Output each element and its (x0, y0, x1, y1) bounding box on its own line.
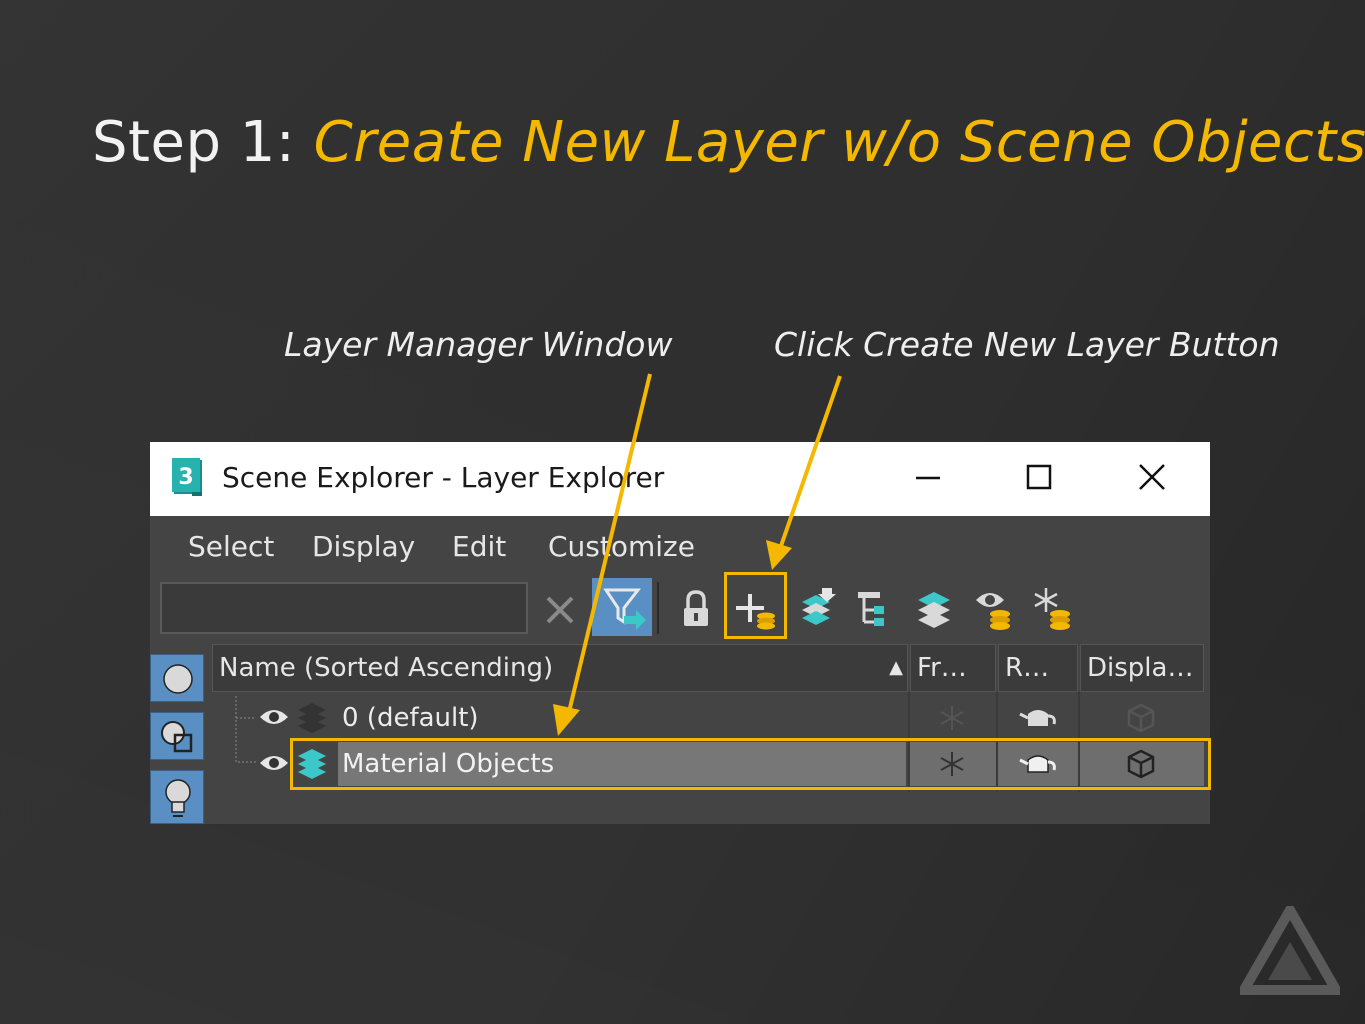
menu-customize[interactable]: Customize (548, 528, 695, 566)
hide-layers-icon[interactable] (968, 582, 1020, 636)
menu-edit[interactable]: Edit (452, 528, 506, 566)
new-layer-row-highlight (290, 738, 1211, 790)
callout-layer-manager-window: Layer Manager Window (284, 325, 673, 364)
sort-ascending-icon: ▲ (889, 657, 903, 678)
menu-display[interactable]: Display (312, 528, 415, 566)
slide-title-prefix: Step 1: (92, 110, 314, 175)
side-tab-display-all[interactable] (150, 654, 204, 702)
layers-icon[interactable] (908, 582, 960, 636)
side-tab-lights[interactable] (150, 770, 204, 824)
maximize-button[interactable] (1015, 456, 1063, 500)
lightbulb-icon (165, 779, 191, 817)
layer-stack-icon (298, 703, 326, 733)
circle-icon (163, 664, 193, 694)
column-header-render[interactable]: R… (998, 644, 1078, 692)
search-input[interactable] (160, 582, 528, 634)
toolbar (150, 578, 1210, 644)
side-tabs (150, 650, 206, 824)
callout-create-new-layer: Click Create New Layer Button (774, 325, 1280, 364)
layer-hierarchy-icon[interactable] (850, 582, 902, 636)
slide-title-accent: Create New Layer w/o Scene Objects (313, 110, 1365, 175)
toolbar-separator (657, 582, 659, 634)
slide-title: Step 1: Create New Layer w/o Scene Objec… (92, 108, 1365, 178)
column-header-name[interactable]: Name (Sorted Ascending) ▲ (212, 644, 908, 692)
lock-icon[interactable] (670, 582, 722, 636)
app-icon-glyph: 3 (178, 465, 193, 490)
layered-shapes-icon (161, 721, 193, 753)
column-header-freeze[interactable]: Fr… (910, 644, 996, 692)
snowflake-icon[interactable] (938, 704, 966, 732)
create-layer-button-highlight (724, 572, 787, 639)
add-to-layer-icon[interactable] (790, 582, 842, 636)
freeze-layers-icon[interactable] (1026, 582, 1078, 636)
menu-bar: Select Display Edit Customize (150, 516, 1210, 578)
cube-icon[interactable] (1125, 702, 1157, 734)
teapot-icon[interactable] (1018, 704, 1058, 732)
layer-grid: Name (Sorted Ascending) ▲ Fr… R… Displa…… (212, 644, 1204, 824)
minimize-button[interactable] (904, 456, 952, 500)
clear-search-icon[interactable] (534, 582, 586, 636)
title-bar[interactable]: 3 Scene Explorer - Layer Explorer (150, 442, 1210, 516)
filter-icon[interactable] (592, 578, 652, 636)
column-header-name-label: Name (Sorted Ascending) (219, 653, 554, 683)
triangle-logo-icon (1240, 906, 1340, 995)
table-row[interactable]: 0 (default) (212, 696, 1208, 740)
menu-select[interactable]: Select (188, 528, 274, 566)
3ds-max-app-icon: 3 (172, 458, 202, 496)
eye-icon[interactable] (258, 750, 290, 776)
column-header-display[interactable]: Displa… (1080, 644, 1204, 692)
side-tab-geometry[interactable] (150, 712, 204, 760)
layer-name: 0 (default) (342, 703, 479, 733)
eye-icon[interactable] (258, 704, 290, 730)
window-title: Scene Explorer - Layer Explorer (222, 461, 665, 494)
close-button[interactable] (1128, 456, 1176, 500)
